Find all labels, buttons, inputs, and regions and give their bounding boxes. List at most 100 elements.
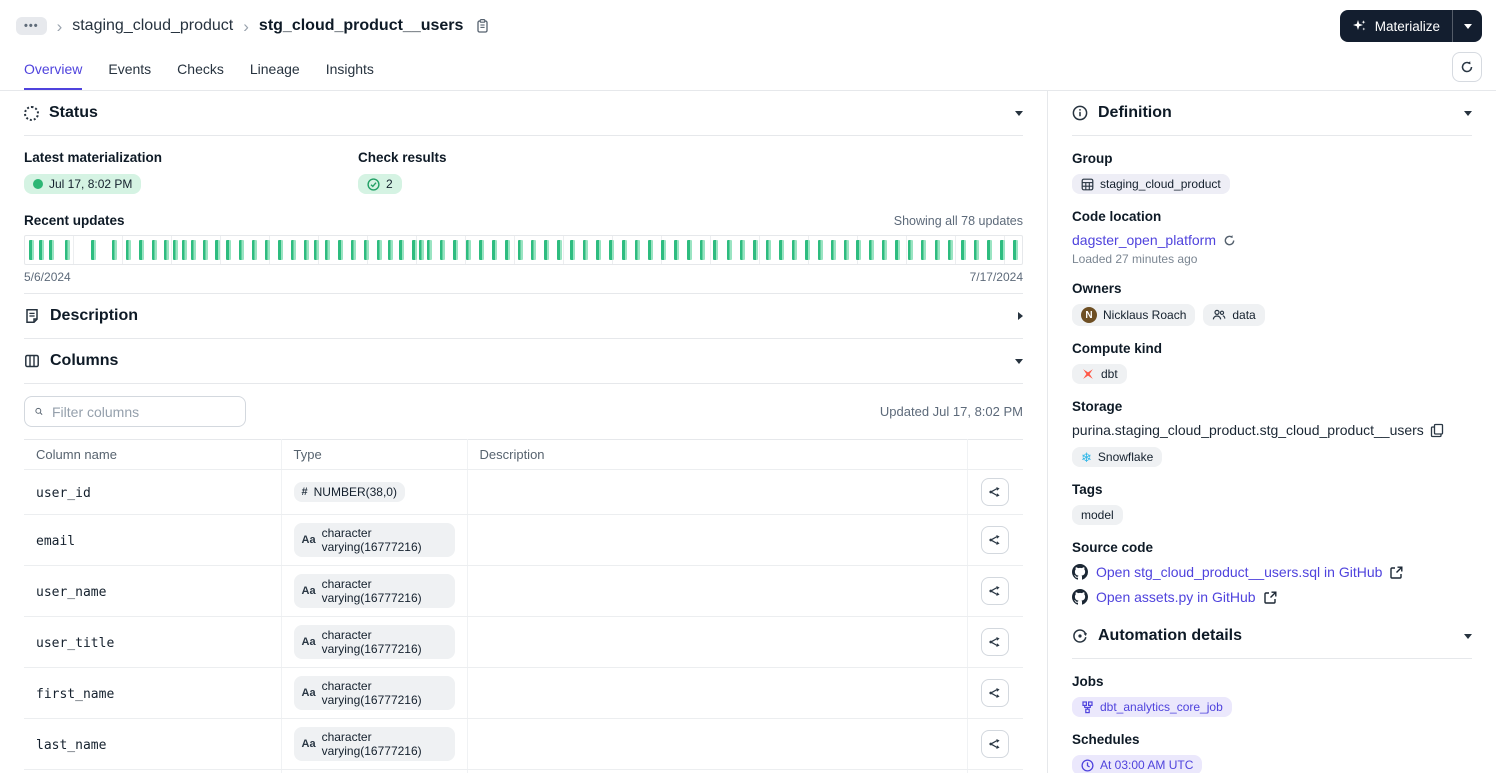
update-tick[interactable]	[226, 240, 232, 260]
update-tick[interactable]	[398, 240, 404, 260]
update-tick[interactable]	[64, 240, 70, 260]
update-tick[interactable]	[465, 240, 471, 260]
tab-events[interactable]: Events	[108, 48, 151, 90]
recent-updates-timeline[interactable]	[24, 235, 1023, 265]
copy-asset-name-button[interactable]	[473, 16, 492, 36]
update-tick[interactable]	[804, 240, 810, 260]
job-tag[interactable]: dbt_analytics_core_job	[1072, 697, 1232, 717]
update-tick[interactable]	[517, 240, 523, 260]
update-tick[interactable]	[895, 240, 901, 260]
compute-kind-tag[interactable]: dbt	[1072, 364, 1127, 384]
update-tick[interactable]	[712, 240, 718, 260]
view-column-lineage-button[interactable]	[981, 478, 1010, 506]
update-tick[interactable]	[163, 240, 169, 260]
update-tick[interactable]	[491, 240, 497, 260]
latest-materialization-badge[interactable]: Jul 17, 8:02 PM	[24, 174, 142, 194]
update-tick[interactable]	[252, 240, 258, 260]
breadcrumb-group-link[interactable]: staging_cloud_product	[72, 17, 233, 35]
update-tick[interactable]	[935, 240, 941, 260]
update-tick[interactable]	[843, 240, 849, 260]
update-tick[interactable]	[699, 240, 705, 260]
source-link-sql[interactable]: Open stg_cloud_product__users.sql in Git…	[1096, 564, 1382, 580]
columns-section-header[interactable]: Columns	[24, 339, 1023, 384]
update-tick[interactable]	[544, 240, 550, 260]
update-tick[interactable]	[531, 240, 537, 260]
update-tick[interactable]	[648, 240, 654, 260]
update-tick[interactable]	[921, 240, 927, 260]
update-tick[interactable]	[351, 240, 357, 260]
update-tick[interactable]	[291, 240, 297, 260]
update-tick[interactable]	[765, 240, 771, 260]
update-tick[interactable]	[908, 240, 914, 260]
update-tick[interactable]	[635, 240, 641, 260]
update-tick[interactable]	[387, 240, 393, 260]
materialize-dropdown-button[interactable]	[1452, 10, 1482, 42]
update-tick[interactable]	[452, 240, 458, 260]
update-tick[interactable]	[856, 240, 862, 260]
update-tick[interactable]	[830, 240, 836, 260]
storage-kind-tag[interactable]: ❄ Snowflake	[1072, 447, 1163, 467]
update-tick[interactable]	[376, 240, 382, 260]
view-column-lineage-button[interactable]	[981, 730, 1010, 758]
update-tick[interactable]	[203, 240, 209, 260]
update-tick[interactable]	[338, 240, 344, 260]
tab-overview[interactable]: Overview	[24, 48, 83, 90]
update-tick[interactable]	[426, 240, 432, 260]
reload-icon[interactable]	[1223, 234, 1236, 247]
update-tick[interactable]	[265, 240, 271, 260]
view-column-lineage-button[interactable]	[981, 577, 1010, 605]
copy-icon[interactable]	[1430, 423, 1444, 438]
update-tick[interactable]	[418, 240, 424, 260]
view-column-lineage-button[interactable]	[981, 679, 1010, 707]
update-tick[interactable]	[111, 240, 117, 260]
update-tick[interactable]	[752, 240, 758, 260]
update-tick[interactable]	[191, 240, 197, 260]
update-tick[interactable]	[138, 240, 144, 260]
filter-columns-input[interactable]	[50, 402, 235, 421]
tab-lineage[interactable]: Lineage	[250, 48, 300, 90]
update-tick[interactable]	[583, 240, 589, 260]
update-tick[interactable]	[411, 240, 417, 260]
update-tick[interactable]	[90, 240, 96, 260]
update-tick[interactable]	[609, 240, 615, 260]
update-tick[interactable]	[239, 240, 245, 260]
update-tick[interactable]	[622, 240, 628, 260]
definition-section-header[interactable]: Definition	[1072, 91, 1472, 136]
update-tick[interactable]	[181, 240, 187, 260]
update-tick[interactable]	[28, 240, 34, 260]
update-tick[interactable]	[478, 240, 484, 260]
status-section-header[interactable]: Status	[24, 91, 1023, 136]
update-tick[interactable]	[557, 240, 563, 260]
update-tick[interactable]	[38, 240, 44, 260]
update-tick[interactable]	[987, 240, 993, 260]
update-tick[interactable]	[974, 240, 980, 260]
owner-team-tag[interactable]: data	[1203, 304, 1265, 326]
materialize-button[interactable]: Materialize	[1339, 10, 1482, 42]
update-tick[interactable]	[151, 240, 157, 260]
collapse-columns-icon[interactable]	[1015, 358, 1023, 364]
update-tick[interactable]	[948, 240, 954, 260]
update-tick[interactable]	[48, 240, 54, 260]
update-tick[interactable]	[314, 240, 320, 260]
update-tick[interactable]	[726, 240, 732, 260]
update-tick[interactable]	[304, 240, 310, 260]
tab-checks[interactable]: Checks	[177, 48, 224, 90]
tag-model[interactable]: model	[1072, 505, 1123, 525]
update-tick[interactable]	[961, 240, 967, 260]
update-tick[interactable]	[869, 240, 875, 260]
update-tick[interactable]	[882, 240, 888, 260]
code-location-link[interactable]: dagster_open_platform	[1072, 232, 1216, 248]
filter-columns-field[interactable]	[24, 396, 246, 427]
update-tick[interactable]	[1000, 240, 1006, 260]
update-tick[interactable]	[817, 240, 823, 260]
view-column-lineage-button[interactable]	[981, 628, 1010, 656]
update-tick[interactable]	[687, 240, 692, 260]
update-tick[interactable]	[504, 240, 510, 260]
update-tick[interactable]	[570, 240, 576, 260]
update-tick[interactable]	[661, 240, 667, 260]
collapse-automation-icon[interactable]	[1464, 633, 1472, 639]
automation-section-header[interactable]: Automation details	[1072, 614, 1472, 659]
update-tick[interactable]	[439, 240, 445, 260]
update-tick[interactable]	[172, 240, 178, 260]
tab-insights[interactable]: Insights	[326, 48, 374, 90]
